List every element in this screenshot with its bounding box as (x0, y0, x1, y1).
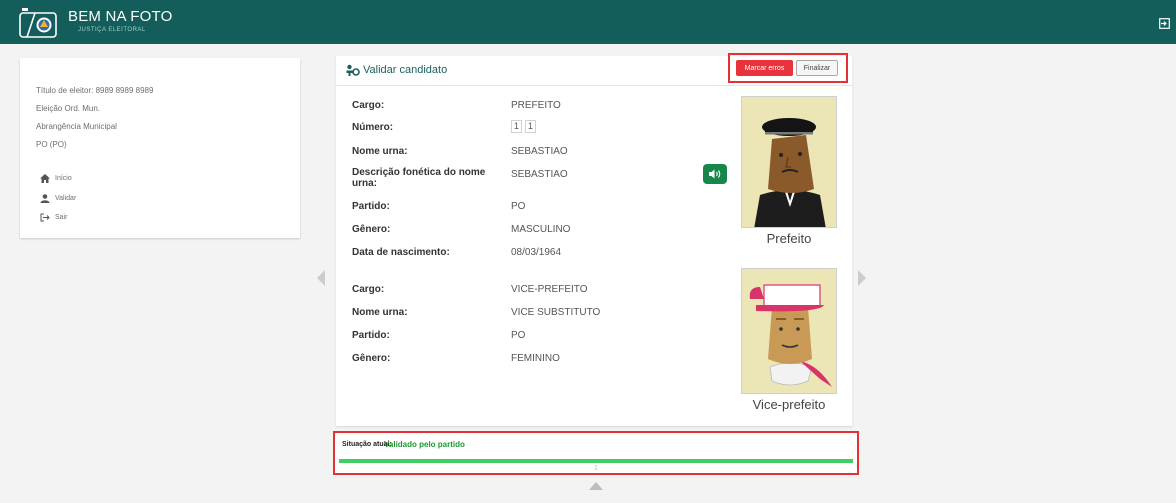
vice-genero-value: FEMININO (511, 353, 560, 364)
scroll-up-arrow-icon[interactable] (589, 482, 603, 490)
app-logo-icon (19, 8, 57, 38)
vice-photo-caption: Vice-prefeito (752, 397, 826, 412)
partido-value: PO (511, 201, 526, 212)
genero-label: Gênero: (352, 224, 391, 235)
app-title: BEM NA FOTO (68, 8, 173, 25)
voter-info-panel: Título de eleitor: 8989 8989 8989 Eleiçã… (20, 58, 300, 238)
cargo-value: PREFEITO (511, 100, 561, 111)
number-digit: 1 (511, 120, 522, 133)
party-text: PO (PO) (36, 140, 67, 149)
home-icon (40, 174, 50, 183)
cargo-label: Cargo: (352, 100, 385, 111)
finalize-button[interactable]: Finalizar (796, 60, 838, 76)
top-bar: BEM NA FOTO JUSTIÇA ELEITORAL (0, 0, 1176, 44)
genero-value: MASCULINO (511, 224, 571, 235)
nav-label-inicio: Início (55, 175, 72, 182)
status-panel: Situação atual: Validado pelo partido 1 (333, 431, 859, 475)
app-subtitle: JUSTIÇA ELEITORAL (78, 27, 146, 33)
candidate-card: Validar candidato Marcar erros Finalizar… (336, 53, 852, 426)
action-buttons-group: Marcar erros Finalizar (728, 53, 848, 83)
card-title-text: Validar candidato (363, 64, 448, 76)
vice-prefeito-photo (741, 268, 837, 394)
number-digit: 1 (525, 120, 536, 133)
numero-label: Número: (352, 122, 394, 133)
vice-cargo-label: Cargo: (352, 284, 385, 295)
prefeito-photo-caption: Prefeito (766, 231, 812, 246)
nav-label-sair: Sair (55, 214, 68, 221)
partido-label: Partido: (352, 201, 390, 212)
nascimento-label: Data de nascimento: (352, 247, 450, 258)
previous-arrow-icon[interactable] (316, 270, 326, 286)
prefeito-portrait-icon (754, 118, 826, 227)
vice-nome-label: Nome urna: (352, 307, 408, 318)
people-icon (346, 64, 360, 76)
mark-errors-button[interactable]: Marcar erros (736, 60, 793, 76)
vice-cargo-value: VICE-PREFEITO (511, 284, 588, 295)
vice-partido-label: Partido: (352, 330, 390, 341)
vice-genero-label: Gênero: (352, 353, 391, 364)
prefeito-photo (741, 96, 837, 228)
nav-item-validar[interactable]: Validar (40, 194, 76, 203)
fonetica-value: SEBASTIAO (511, 169, 568, 180)
card-header: Validar candidato Marcar erros Finalizar (336, 53, 852, 86)
election-text: Eleição Ord. Mun. (36, 104, 101, 113)
voter-title-text: Título de eleitor: 8989 8989 8989 (36, 86, 154, 95)
status-progress-bar (339, 459, 853, 463)
speaker-icon (709, 169, 721, 179)
vice-portrait-icon (749, 284, 832, 387)
next-arrow-icon[interactable] (857, 270, 867, 286)
fonetica-label: Descrição fonética do nome urna: (352, 167, 486, 189)
vice-nome-value: VICE SUBSTITUTO (511, 307, 601, 318)
logout-icon (40, 213, 50, 222)
card-title: Validar candidato (346, 64, 447, 76)
logout-icon[interactable] (1159, 18, 1170, 29)
nav-item-inicio[interactable]: Início (40, 174, 72, 183)
vice-partido-value: PO (511, 330, 526, 341)
nome-urna-value: SEBASTIAO (511, 146, 568, 157)
page-number: 1 (594, 465, 598, 472)
nome-urna-label: Nome urna: (352, 146, 408, 157)
nav-label-validar: Validar (55, 195, 77, 202)
user-icon (40, 194, 50, 203)
nascimento-value: 08/03/1964 (511, 247, 562, 258)
nav-item-sair[interactable]: Sair (40, 213, 67, 222)
scope-text: Abrangência Municipal (36, 122, 117, 131)
play-audio-button[interactable] (703, 164, 727, 184)
status-value: Validado pelo partido (384, 440, 465, 449)
